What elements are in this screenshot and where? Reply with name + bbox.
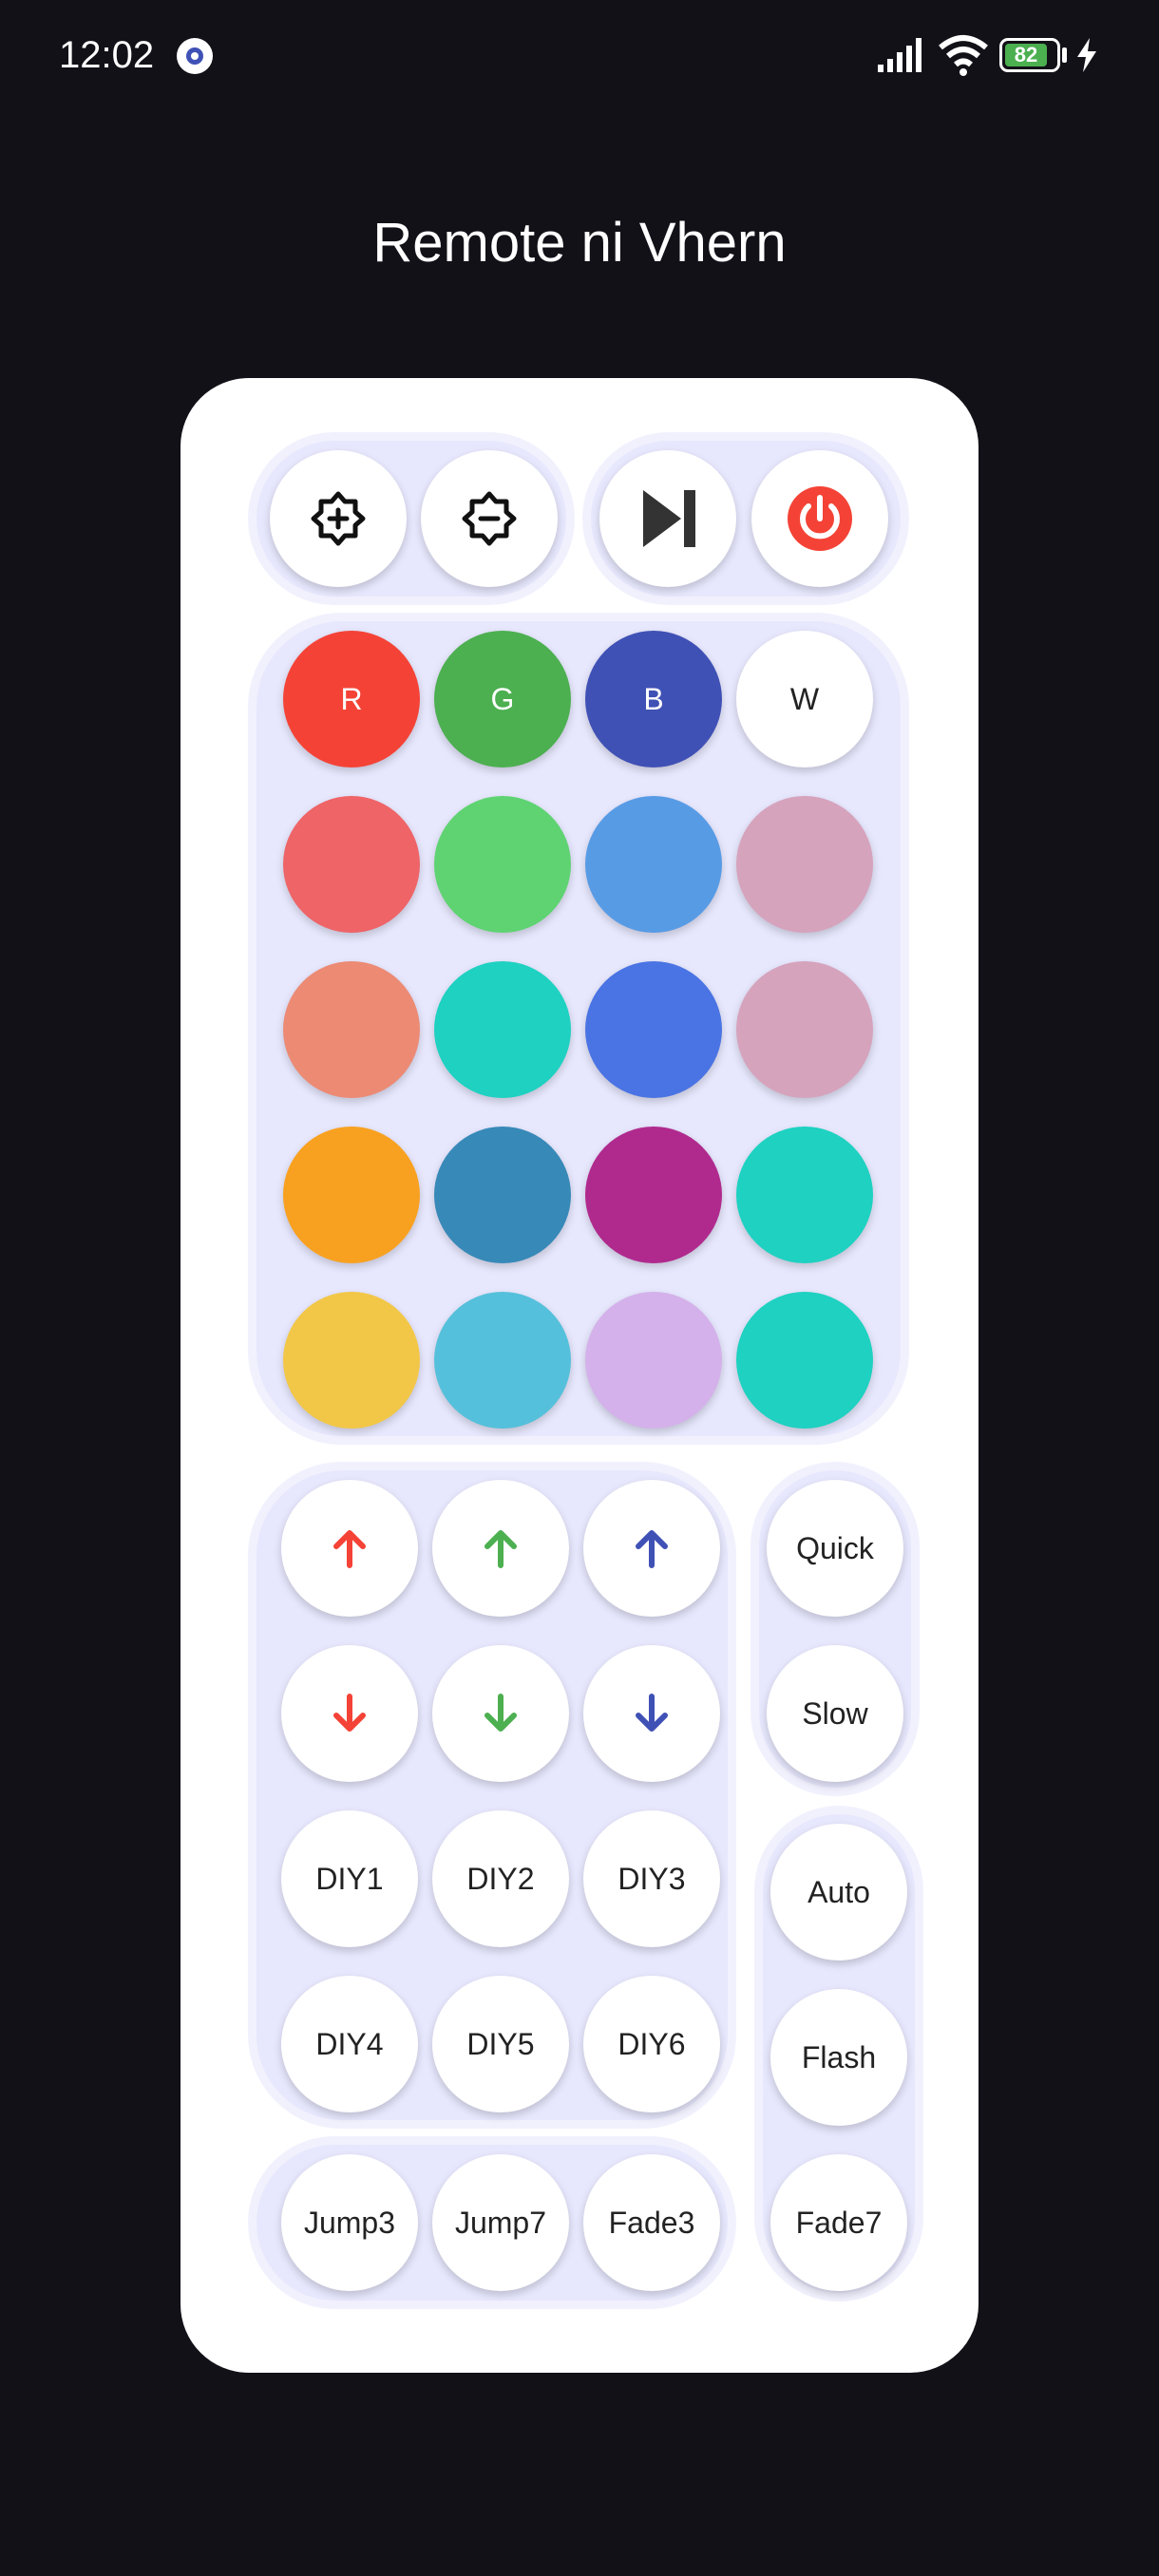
color-swatch-button[interactable]	[585, 961, 722, 1098]
green-down-arrow-icon	[484, 1694, 517, 1732]
wifi-icon	[939, 35, 988, 76]
red-up-button[interactable]	[281, 1480, 418, 1617]
diy3-button-label: DIY3	[618, 1861, 686, 1896]
diy2-button[interactable]: DIY2	[432, 1810, 569, 1947]
color-button-b[interactable]: B	[585, 631, 722, 767]
flash-button[interactable]: Flash	[770, 1989, 907, 2126]
diy5-button[interactable]: DIY5	[432, 1976, 569, 2112]
jump3-button[interactable]: Jump3	[281, 2154, 418, 2291]
color-swatch-button[interactable]	[283, 1292, 420, 1429]
jump3-button-label: Jump3	[303, 2205, 396, 2240]
battery-cap	[1062, 47, 1067, 63]
brightness-up-button[interactable]	[270, 450, 407, 587]
diy4-button-label: DIY4	[315, 2026, 384, 2061]
green-up-arrow-icon	[484, 1530, 517, 1568]
jump7-button-label: Jump7	[454, 2205, 547, 2240]
color-swatch-button[interactable]	[434, 1127, 571, 1263]
quick-button[interactable]: Quick	[767, 1480, 903, 1617]
power-icon	[786, 484, 854, 553]
page-title: Remote ni Vhern	[372, 212, 787, 274]
color-button-b-label: B	[643, 681, 664, 716]
jump7-button[interactable]: Jump7	[432, 2154, 569, 2291]
charging-icon	[1077, 38, 1096, 72]
color-button-r[interactable]: R	[283, 631, 420, 767]
diy6-button-label: DIY6	[618, 2026, 686, 2061]
brightness-up-icon	[310, 490, 367, 547]
blue-down-arrow-icon	[636, 1694, 668, 1732]
diy4-button[interactable]: DIY4	[281, 1976, 418, 2112]
auto-button[interactable]: Auto	[770, 1824, 907, 1960]
color-swatch-button[interactable]	[736, 961, 873, 1098]
color-button-g-label: G	[490, 681, 515, 716]
skip-next-button[interactable]	[599, 450, 736, 587]
brightness-down-button[interactable]	[421, 450, 558, 587]
color-button-g[interactable]: G	[434, 631, 571, 767]
diy6-button[interactable]: DIY6	[583, 1976, 720, 2112]
color-swatch-button[interactable]	[434, 796, 571, 933]
battery-level: 82	[1005, 44, 1047, 66]
diy1-button[interactable]: DIY1	[281, 1810, 418, 1947]
fade3-button[interactable]: Fade3	[583, 2154, 720, 2291]
diy1-button-label: DIY1	[315, 1861, 384, 1896]
color-swatch-button[interactable]	[434, 961, 571, 1098]
color-swatch-button[interactable]	[283, 961, 420, 1098]
diy3-button[interactable]: DIY3	[583, 1810, 720, 1947]
color-swatch-button[interactable]	[736, 1127, 873, 1263]
skip-next-icon	[637, 488, 698, 549]
settings-notification-icon	[177, 38, 213, 74]
red-up-arrow-icon	[333, 1530, 366, 1568]
blue-down-button[interactable]	[583, 1645, 720, 1782]
power-button[interactable]	[751, 450, 888, 587]
fade3-button-label: Fade3	[608, 2205, 695, 2240]
diy5-button-label: DIY5	[466, 2026, 535, 2061]
slow-button-label: Slow	[802, 1695, 868, 1731]
auto-button-label: Auto	[808, 1874, 870, 1909]
green-up-button[interactable]	[432, 1480, 569, 1617]
green-down-button[interactable]	[432, 1645, 569, 1782]
color-swatch-button[interactable]	[585, 1127, 722, 1263]
color-button-w-label: W	[789, 681, 820, 716]
quick-button-label: Quick	[796, 1530, 874, 1565]
fade7-button[interactable]: Fade7	[770, 2154, 907, 2291]
color-button-r-label: R	[340, 681, 363, 716]
brightness-down-icon	[461, 490, 518, 547]
status-time: 12:02	[59, 34, 155, 76]
red-down-button[interactable]	[281, 1645, 418, 1782]
fade7-button-label: Fade7	[795, 2205, 883, 2240]
blue-up-arrow-icon	[636, 1530, 668, 1568]
slow-button[interactable]: Slow	[767, 1645, 903, 1782]
flash-button-label: Flash	[801, 2039, 877, 2074]
color-swatch-button[interactable]	[585, 796, 722, 933]
color-swatch-button[interactable]	[283, 1127, 420, 1263]
diy2-button-label: DIY2	[466, 1861, 535, 1896]
signal-icon	[878, 38, 922, 72]
color-swatch-button[interactable]	[736, 796, 873, 933]
color-swatch-button[interactable]	[585, 1292, 722, 1429]
red-down-arrow-icon	[333, 1694, 366, 1732]
color-button-w[interactable]: W	[736, 631, 873, 767]
blue-up-button[interactable]	[583, 1480, 720, 1617]
color-swatch-button[interactable]	[434, 1292, 571, 1429]
color-swatch-button[interactable]	[283, 796, 420, 933]
color-swatch-button[interactable]	[736, 1292, 873, 1429]
